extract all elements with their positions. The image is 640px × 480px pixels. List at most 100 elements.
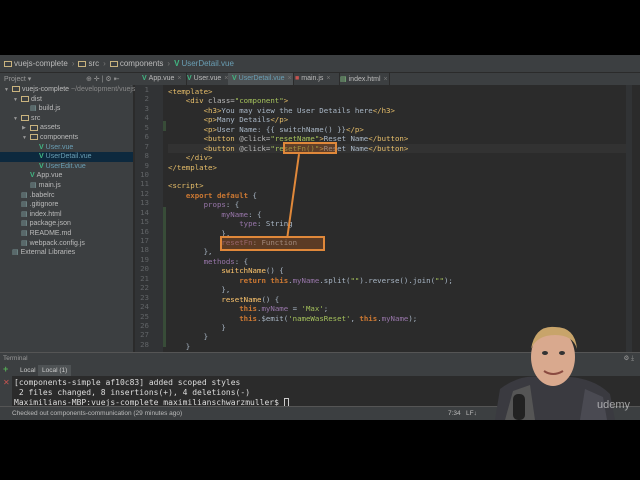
tree-item[interactable]: ▤ README.md: [0, 229, 133, 239]
tree-item[interactable]: ▤ package.json: [0, 219, 133, 229]
expand-arrow-icon[interactable]: ▼: [13, 96, 21, 106]
file-icon: ▤: [30, 105, 37, 113]
line-number: 25: [140, 311, 149, 321]
breadcrumb-project[interactable]: vuejs-complete: [4, 59, 68, 68]
expand-arrow-icon[interactable]: ▼: [22, 134, 30, 144]
tree-item-label: .gitignore: [29, 201, 59, 209]
line-number: 2: [144, 94, 149, 104]
tree-item-label: dist: [31, 95, 42, 103]
code-token: Many Details: [216, 115, 271, 125]
sidebar-tools-icons[interactable]: ⊕ ✛ | ⚙ ⇤: [86, 75, 119, 83]
tree-item[interactable]: ▼ components: [0, 133, 133, 143]
code-token: {: [248, 190, 258, 200]
code-token: @click=: [239, 143, 271, 153]
breadcrumb-components[interactable]: components: [109, 59, 163, 68]
expand-arrow-icon[interactable]: ▼: [4, 86, 12, 96]
tree-item[interactable]: V User.vue: [0, 143, 133, 153]
code-token: myName: [292, 275, 320, 285]
tree-item[interactable]: ▤ .babelrc: [0, 191, 133, 201]
tree-item-label: index.html: [29, 210, 62, 218]
code-content[interactable]: <template> <div class="component"> <h3>Y…: [168, 87, 632, 351]
project-label: Project: [4, 76, 26, 83]
code-line: <h3>You may view the User Details here</…: [168, 106, 632, 115]
code-token: },: [168, 247, 213, 257]
folder-icon: [30, 124, 38, 131]
tree-item[interactable]: ▤ main.js: [0, 181, 133, 191]
tree-item[interactable]: ▤ External Libraries: [0, 248, 133, 258]
code-token: }: [168, 322, 226, 332]
terminal-tab-local[interactable]: Local: [16, 365, 40, 376]
tree-item[interactable]: ▼ src: [0, 114, 133, 124]
tree-item[interactable]: ▼ dist: [0, 95, 133, 105]
folder-icon: [12, 86, 20, 93]
code-token: resetName: [221, 294, 262, 304]
code-token: You may view the User Details here: [221, 105, 373, 115]
code-token: @click=: [239, 134, 271, 144]
editor-scrollbar[interactable]: [626, 85, 632, 352]
code-token: props: [203, 200, 226, 210]
code-token: : {: [234, 256, 249, 266]
code-token: </template>: [168, 162, 217, 172]
tree-item[interactable]: ▤ webpack.config.js: [0, 239, 133, 249]
code-line: props: {: [168, 200, 632, 209]
cursor-position[interactable]: 7:34: [448, 410, 461, 417]
vue-file-icon: V: [187, 75, 192, 82]
tree-item[interactable]: ▶ assets: [0, 123, 133, 133]
vue-file-icon: V: [142, 75, 147, 82]
code-editor[interactable]: 1 2 3 4 5 6 7 8 9 10 11 12 13 14 15 16 17 18 19 20 21 22 23 24 2…: [135, 85, 632, 352]
code-token: 'Max': [301, 304, 324, 314]
folder-icon: [21, 114, 29, 121]
code-token: <p>: [168, 124, 217, 134]
line-number: 23: [140, 292, 149, 302]
close-terminal-icon[interactable]: ✕: [3, 378, 10, 387]
line-number: 8: [144, 151, 149, 161]
code-line: export default {: [168, 191, 632, 200]
code-line: </div>: [168, 153, 632, 162]
folder-icon: [109, 60, 118, 67]
tab-label: main.js: [301, 75, 324, 82]
code-token: type: [239, 219, 258, 229]
add-terminal-icon[interactable]: +: [3, 364, 8, 374]
code-token: export default: [185, 190, 249, 200]
line-number: 7: [144, 141, 149, 151]
code-line: <div class="component">: [168, 96, 632, 105]
file-icon: ▤: [30, 181, 37, 189]
tree-item[interactable]: ▤ .gitignore: [0, 200, 133, 210]
settings-icon[interactable]: ⚙ ⤓: [623, 354, 634, 363]
terminal-tab-local-1[interactable]: Local (1): [38, 365, 72, 376]
line-number: 1: [144, 85, 149, 94]
tree-item[interactable]: ▤ index.html: [0, 210, 133, 220]
project-view-selector[interactable]: Project ▾: [4, 75, 31, 83]
tree-item[interactable]: V App.vue: [0, 171, 133, 181]
code-token: </p>: [346, 124, 364, 134]
line-separator[interactable]: LF↓: [466, 410, 477, 417]
tree-item-label: README.md: [29, 229, 72, 237]
close-tab-icon[interactable]: ×: [177, 75, 181, 82]
close-tab-icon[interactable]: ×: [384, 76, 388, 83]
project-tree: ▼ vuejs-complete ~/development/vuejs ▼ dist…: [0, 85, 135, 352]
code-line: type: String: [168, 219, 632, 228]
tree-item[interactable]: V UserDetail.vue: [0, 152, 133, 162]
code-token: <button: [168, 134, 240, 144]
code-token: </button>: [368, 134, 409, 144]
tab-label: UserDetail.vue: [238, 75, 285, 82]
breadcrumb-src[interactable]: src: [78, 59, 99, 68]
code-token: );: [408, 313, 418, 323]
code-token: }: [168, 332, 209, 342]
tree-item-label: main.js: [38, 181, 61, 189]
tree-item[interactable]: V UserEdit.vue: [0, 162, 133, 172]
breadcrumb-file[interactable]: V UserDetail.vue: [174, 59, 234, 68]
code-token: () {: [261, 294, 280, 304]
code-line: <p>Many Details</p>: [168, 115, 632, 124]
tree-item[interactable]: ▼ vuejs-complete ~/development/vuejs: [0, 85, 135, 96]
close-tab-icon[interactable]: ×: [326, 75, 330, 82]
line-number-gutter: 1 2 3 4 5 6 7 8 9 10 11 12 13 14 15 16 17 18 19 20 21 22 23 24 2…: [135, 85, 163, 352]
tree-item[interactable]: ▤ build.js: [0, 104, 133, 114]
code-token: 'nameWasReset': [288, 313, 351, 323]
expand-arrow-icon[interactable]: ▼: [13, 115, 21, 125]
